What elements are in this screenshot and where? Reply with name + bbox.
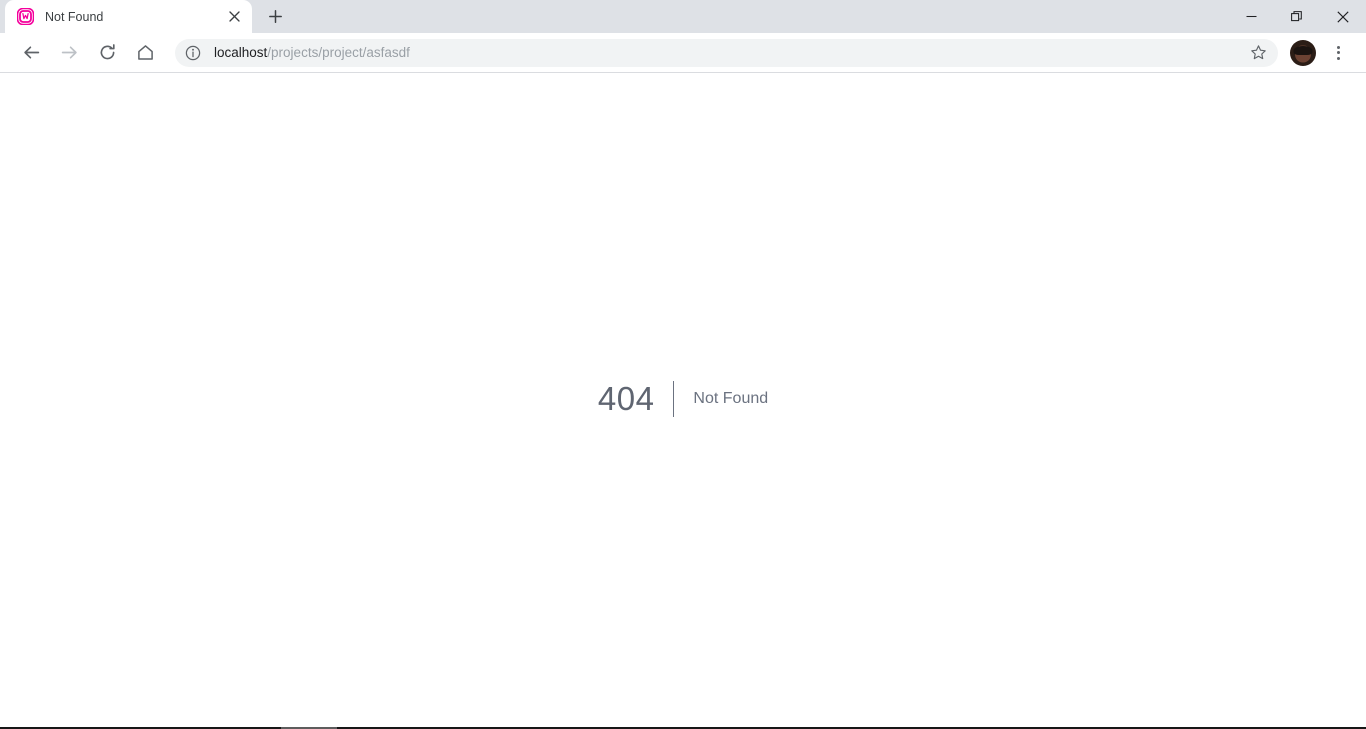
pink-w-logo-icon <box>16 7 35 26</box>
back-arrow-icon[interactable] <box>17 39 45 67</box>
menu-dot <box>1336 56 1340 60</box>
tab-title: Not Found <box>45 9 104 24</box>
browser-window: Not Found localhost/projects/project/asf… <box>0 0 1366 729</box>
close-icon[interactable] <box>224 7 244 27</box>
address-bar-path: /projects/project/asfasdf <box>267 44 410 60</box>
bookmark-star-icon[interactable] <box>1246 41 1270 65</box>
forward-arrow-icon <box>55 39 83 67</box>
error-status-code: 404 <box>597 380 655 417</box>
browser-tab[interactable]: Not Found <box>5 0 252 33</box>
menu-dot <box>1336 45 1340 49</box>
address-bar-host: localhost <box>214 44 268 60</box>
chrome-menu-icon[interactable] <box>1324 39 1352 67</box>
avatar-hair <box>1293 45 1313 55</box>
error-status-message: Not Found <box>693 390 769 407</box>
tab-strip: Not Found <box>0 0 1366 33</box>
window-controls <box>1228 0 1366 33</box>
minimize-icon[interactable] <box>1228 0 1274 33</box>
address-bar[interactable]: localhost/projects/project/asfasdf <box>175 38 1278 67</box>
reload-icon[interactable] <box>93 39 121 67</box>
error-divider <box>673 381 675 417</box>
error-block: 404 Not Found <box>0 381 1366 417</box>
address-bar-url[interactable]: localhost/projects/project/asfasdf <box>214 44 1246 62</box>
maximize-restore-icon[interactable] <box>1274 0 1320 33</box>
profile-avatar[interactable] <box>1290 39 1316 66</box>
info-circle-icon[interactable] <box>185 45 201 61</box>
page-viewport: 404 Not Found <box>0 73 1366 728</box>
close-window-icon[interactable] <box>1320 0 1366 33</box>
home-icon[interactable] <box>131 39 159 67</box>
menu-dot <box>1336 51 1340 54</box>
browser-toolbar: localhost/projects/project/asfasdf <box>0 33 1366 72</box>
new-tab-button[interactable] <box>261 2 289 30</box>
